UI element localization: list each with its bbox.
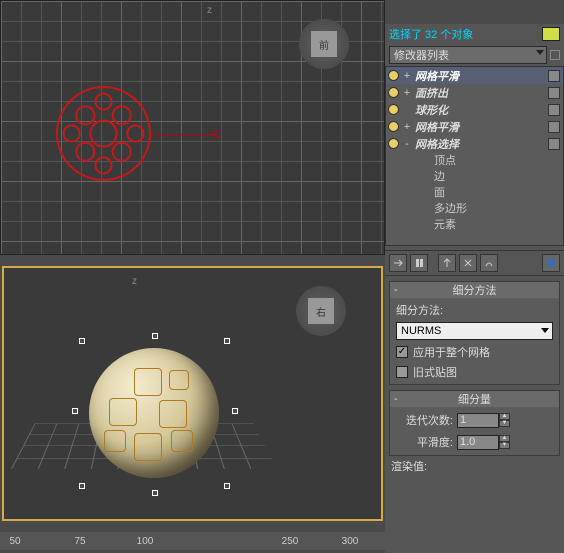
time-ruler[interactable]: 50 75 100 250 300 (0, 532, 385, 550)
selection-status-row: 选择了 32 个对象 (385, 24, 564, 44)
stack-item[interactable]: - 网格选择 (386, 135, 563, 152)
axis-z-label: z (207, 5, 212, 16)
expand-icon[interactable]: + (402, 70, 412, 82)
toggle-icon[interactable] (388, 87, 399, 98)
viewcube-top[interactable]: 前 (299, 19, 349, 69)
stack-item-label: 球形化 (415, 102, 448, 118)
stack-item-label: 网格平滑 (415, 68, 459, 84)
method-combo[interactable]: NURMS (396, 322, 553, 340)
wireframe-object[interactable] (56, 86, 151, 181)
pin-stack-icon[interactable] (389, 254, 407, 272)
shaded-object[interactable] (64, 328, 244, 508)
toggle-icon[interactable] (388, 121, 399, 132)
expand-icon[interactable]: + (402, 87, 412, 99)
iterations-input[interactable] (457, 413, 499, 428)
modifier-list-label: 修改器列表 (394, 47, 449, 63)
method-label: 细分方法: (396, 302, 553, 318)
subobject-level[interactable]: 多边形 (386, 200, 563, 216)
combo-value: NURMS (401, 325, 441, 337)
stack-item[interactable]: 球形化 (386, 101, 563, 118)
stack-item-label: 网格平滑 (415, 119, 459, 135)
make-unique-icon[interactable] (438, 254, 456, 272)
spinner-up-icon[interactable]: ▲ (499, 435, 510, 442)
stack-item-label: 网格选择 (415, 136, 459, 152)
toggle-icon[interactable] (388, 70, 399, 81)
stack-item-check[interactable] (548, 121, 560, 133)
show-end-result-icon[interactable] (410, 254, 428, 272)
checkbox-icon (396, 366, 408, 378)
collapse-icon: - (394, 393, 398, 405)
stack-item[interactable]: + 网格平滑 (386, 67, 563, 84)
render-values-label: 渲染值: (385, 456, 564, 476)
smoothness-label: 平滑度: (398, 434, 453, 450)
stack-item[interactable]: + 面挤出 (386, 84, 563, 101)
viewcube-face[interactable]: 右 (308, 298, 334, 324)
subobject-level[interactable]: 面 (386, 184, 563, 200)
rollout-subdivision-amount: - 细分量 迭代次数: ▲▼ 平滑度: ▲▼ (389, 390, 560, 456)
subobject-level[interactable]: 元素 (386, 216, 563, 232)
rollout-title: 细分方法 (453, 282, 497, 298)
viewport-top[interactable]: z 前 (0, 0, 385, 255)
rollout-title: 细分量 (458, 391, 491, 407)
toggle-icon[interactable] (388, 104, 399, 115)
spinner-down-icon[interactable]: ▼ (499, 420, 510, 427)
chevron-down-icon (536, 50, 544, 55)
old-mapping-checkbox[interactable]: 旧式贴图 (396, 364, 553, 380)
remove-modifier-icon[interactable] (459, 254, 477, 272)
collapse-icon: - (394, 284, 398, 296)
stack-item[interactable]: + 网格平滑 (386, 118, 563, 135)
expand-icon[interactable]: + (402, 121, 412, 133)
stack-item-check[interactable] (548, 138, 560, 150)
smoothness-spinner[interactable]: ▲▼ (457, 435, 510, 450)
selection-status: 选择了 32 个对象 (389, 26, 539, 42)
chevron-down-icon (541, 328, 549, 333)
iterations-spinner[interactable]: ▲▼ (457, 413, 510, 428)
iterations-label: 迭代次数: (398, 412, 453, 428)
transform-handle[interactable] (214, 131, 220, 137)
viewport-perspective[interactable]: z 右 (2, 266, 383, 521)
subobject-level[interactable]: 顶点 (386, 152, 563, 168)
stack-item-check[interactable] (548, 104, 560, 116)
viewport-area: z 前 z (0, 0, 385, 553)
checkbox-label: 旧式贴图 (413, 364, 457, 380)
modifier-list-row: 修改器列表 (385, 44, 564, 66)
rollout-header[interactable]: - 细分量 (390, 391, 559, 407)
configure-sets-icon[interactable] (542, 254, 560, 272)
stack-item-check[interactable] (548, 70, 560, 82)
rollout-header[interactable]: - 细分方法 (390, 282, 559, 298)
rollout-subdivision-method: - 细分方法 细分方法: NURMS 应用于整个网格 旧式贴图 (389, 281, 560, 385)
toggle-icon[interactable] (388, 138, 399, 149)
viewcube-face[interactable]: 前 (311, 31, 337, 57)
smoothness-input[interactable] (457, 435, 499, 450)
viewcube-perspective[interactable]: 右 (296, 286, 346, 336)
stack-item-check[interactable] (548, 87, 560, 99)
spinner-down-icon[interactable]: ▼ (499, 442, 510, 449)
stack-item-label: 面挤出 (415, 85, 448, 101)
object-color-swatch[interactable] (542, 27, 560, 41)
spinner-up-icon[interactable]: ▲ (499, 413, 510, 420)
modifier-list-dropdown[interactable]: 修改器列表 (389, 46, 547, 64)
checkbox-label: 应用于整个网格 (413, 344, 490, 360)
axis-z-label: z (132, 276, 137, 287)
configure-sets-button[interactable] (550, 50, 560, 60)
command-panel: 选择了 32 个对象 修改器列表 + 网格平滑 + 面挤出 球形化 (385, 24, 564, 553)
modifier-stack[interactable]: + 网格平滑 + 面挤出 球形化 + 网格平滑 - 网格选择 顶点 (385, 66, 564, 246)
expand-icon[interactable]: - (402, 138, 412, 150)
apply-whole-mesh-checkbox[interactable]: 应用于整个网格 (396, 344, 553, 360)
checkbox-icon (396, 346, 408, 358)
stack-tool-row (385, 250, 564, 276)
subobject-level[interactable]: 边 (386, 168, 563, 184)
preserve-icon[interactable] (480, 254, 498, 272)
